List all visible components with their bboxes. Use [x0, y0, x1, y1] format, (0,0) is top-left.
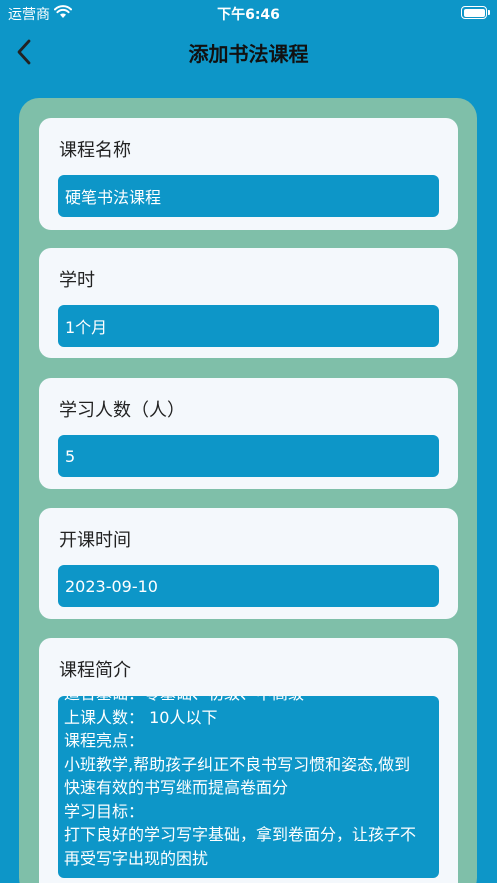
- intro-line: 小班教学,帮助孩子纠正不良书写习惯和姿态,做到: [64, 754, 411, 774]
- intro-label: 课程简介: [59, 660, 131, 681]
- intro-textarea[interactable]: 适合基础：零基础、初级、中高级 上课人数： 10人以下 课程亮点： 小班教学,帮…: [58, 696, 439, 878]
- intro-line: 上课人数： 10人以下: [64, 707, 218, 727]
- course-name-label: 课程名称: [59, 140, 131, 161]
- status-bar: 运营商 下午6:46: [0, 0, 497, 26]
- student-count-card: 学习人数（人）: [39, 378, 458, 489]
- hours-label: 学时: [59, 270, 95, 291]
- battery-fill: [463, 8, 485, 17]
- nav-bar: 添加书法课程: [0, 26, 497, 78]
- intro-line: 再受写字出现的困扰: [64, 848, 209, 868]
- hours-input[interactable]: [58, 305, 439, 347]
- hours-card: 学时: [39, 248, 458, 358]
- battery-nub: [488, 10, 490, 15]
- start-date-label: 开课时间: [59, 530, 131, 551]
- start-date-card: 开课时间: [39, 508, 458, 619]
- intro-line: 适合基础：零基础、初级、中高级: [64, 696, 433, 706]
- intro-line: 课程亮点：: [64, 731, 145, 750]
- status-time: 下午6:46: [217, 7, 280, 23]
- intro-text-content: 适合基础：零基础、初级、中高级 上课人数： 10人以下 课程亮点： 小班教学,帮…: [64, 696, 433, 870]
- intro-line: 打下良好的学习写字基础，拿到卷面分，让孩子不: [64, 825, 417, 844]
- intro-line: 学习目标：: [64, 801, 145, 821]
- course-name-card: 课程名称: [39, 118, 458, 230]
- start-date-input[interactable]: [58, 565, 439, 607]
- battery-icon: [461, 6, 490, 19]
- course-name-input[interactable]: [58, 175, 439, 217]
- student-count-input[interactable]: [58, 435, 439, 477]
- intro-line: 快速有效的书写继而提高卷面分: [64, 778, 289, 797]
- intro-card: 课程简介 适合基础：零基础、初级、中高级 上课人数： 10人以下 课程亮点： 小…: [39, 638, 458, 883]
- page-title: 添加书法课程: [188, 42, 309, 66]
- student-count-label: 学习人数（人）: [59, 400, 185, 421]
